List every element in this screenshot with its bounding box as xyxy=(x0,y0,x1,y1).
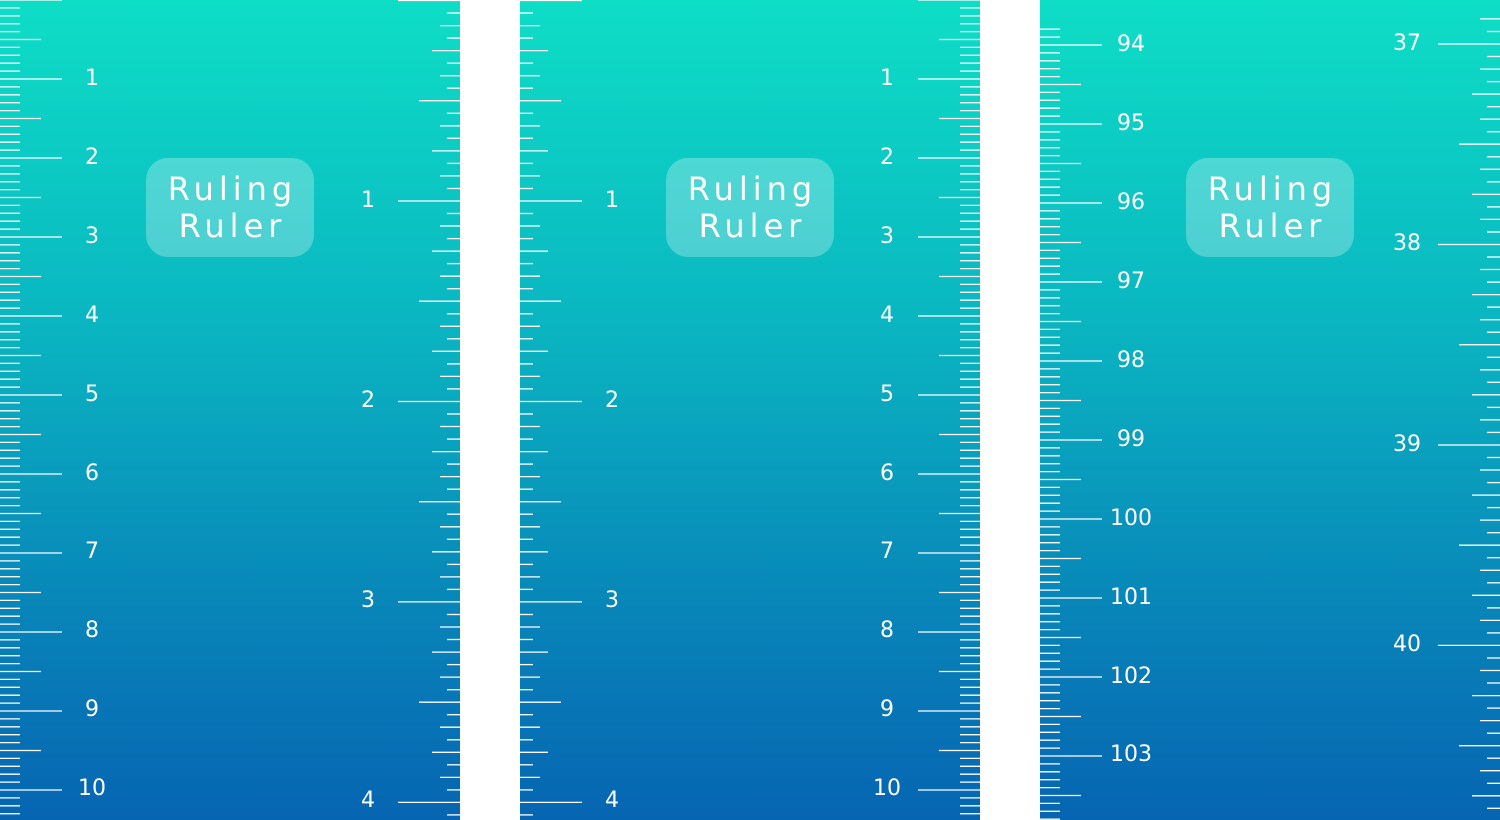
cm-label: 10 xyxy=(78,776,106,801)
inch-label: 4 xyxy=(361,788,375,813)
cm-label: 7 xyxy=(85,539,99,564)
cm-label: 99 xyxy=(1117,427,1145,452)
cm-label: 9 xyxy=(880,697,894,722)
badge-title-line1: Ruling xyxy=(167,169,298,208)
cm-label: 98 xyxy=(1117,348,1145,373)
badge-title-line1: Ruling xyxy=(687,169,818,208)
cm-label: 1 xyxy=(880,66,894,91)
badge-title-line2: Ruler xyxy=(1218,206,1327,245)
badge-title-line2: Ruler xyxy=(698,206,807,245)
ruler-panel-1: Ruling Ruler 1 2 3 4 5 6 7 8 9 10 1 2 3 … xyxy=(0,0,460,820)
cm-label: 100 xyxy=(1110,506,1152,531)
cm-label: 94 xyxy=(1117,32,1145,57)
inch-label: 3 xyxy=(361,588,375,613)
inch-label: 4 xyxy=(605,788,619,813)
ruling-ruler-badge[interactable]: Ruling Ruler xyxy=(666,158,834,257)
cm-label: 6 xyxy=(85,461,99,486)
inch-label: 2 xyxy=(361,388,375,413)
cm-label: 5 xyxy=(85,382,99,407)
cm-label: 102 xyxy=(1110,664,1152,689)
inch-label: 38 xyxy=(1393,231,1421,256)
inch-label: 3 xyxy=(605,588,619,613)
cm-label: 5 xyxy=(880,382,894,407)
cm-label: 95 xyxy=(1117,111,1145,136)
cm-label: 2 xyxy=(880,145,894,170)
inch-label: 1 xyxy=(605,188,619,213)
cm-label: 3 xyxy=(85,224,99,249)
badge-title-line1: Ruling xyxy=(1207,169,1338,208)
cm-label: 1 xyxy=(85,66,99,91)
cm-label: 97 xyxy=(1117,269,1145,294)
cm-label: 96 xyxy=(1117,190,1145,215)
cm-label: 3 xyxy=(880,224,894,249)
inch-label: 39 xyxy=(1393,432,1421,457)
cm-label: 9 xyxy=(85,697,99,722)
cm-label: 10 xyxy=(873,776,901,801)
ruling-ruler-badge[interactable]: Ruling Ruler xyxy=(1186,158,1354,257)
cm-label: 4 xyxy=(85,303,99,328)
cm-label: 103 xyxy=(1110,742,1152,767)
inch-label: 1 xyxy=(361,188,375,213)
inch-label: 2 xyxy=(605,388,619,413)
cm-label: 4 xyxy=(880,303,894,328)
cm-label: 6 xyxy=(880,461,894,486)
ruler-panel-3: Ruling Ruler 94 95 96 97 98 99 100 101 1… xyxy=(1040,0,1500,820)
badge-title-line2: Ruler xyxy=(178,206,287,245)
cm-label: 8 xyxy=(880,618,894,643)
cm-label: 8 xyxy=(85,618,99,643)
cm-label: 2 xyxy=(85,145,99,170)
cm-label: 101 xyxy=(1110,585,1152,610)
ruling-ruler-badge[interactable]: Ruling Ruler xyxy=(146,158,314,257)
ruler-panel-2: Ruling Ruler 1 2 3 4 1 2 3 4 5 6 7 8 9 1… xyxy=(520,0,980,820)
inch-label: 40 xyxy=(1393,632,1421,657)
cm-label: 7 xyxy=(880,539,894,564)
inch-label: 37 xyxy=(1393,31,1421,56)
